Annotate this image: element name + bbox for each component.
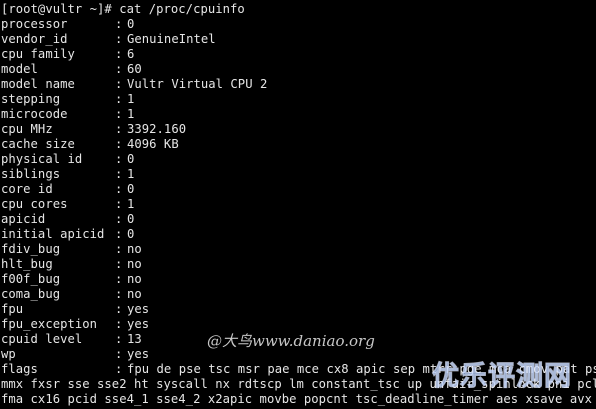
cpuinfo-row: apicid:0 — [1, 212, 134, 227]
field-separator: : — [115, 332, 123, 346]
field-separator: : — [115, 362, 123, 376]
field-key: cpu family — [1, 47, 75, 61]
field-value: 1 — [127, 167, 135, 181]
cpuinfo-row: cpu MHz:3392.160 — [1, 122, 186, 137]
field-separator: : — [115, 47, 123, 61]
field-key: initial apicid — [1, 227, 105, 241]
field-value: 6 — [127, 47, 135, 61]
field-key: fpu — [1, 302, 24, 316]
field-key: cpu MHz — [1, 122, 53, 136]
field-separator: : — [115, 302, 123, 316]
field-separator: : — [115, 107, 123, 121]
cpuinfo-row: fpu: yes — [1, 302, 149, 317]
field-separator: : — [115, 77, 123, 91]
field-value: 1 — [127, 92, 135, 106]
cpuinfo-row: cache size:4096 KB — [1, 137, 179, 152]
field-key: wp — [1, 347, 16, 361]
field-key: processor — [1, 17, 68, 31]
field-value: 1 — [127, 107, 135, 121]
watermark-logo: 优乐评测网 — [432, 361, 572, 393]
watermark-text: @大鸟www.daniao.org — [207, 332, 375, 350]
field-value: 0 — [127, 17, 135, 31]
cpuinfo-row: hlt_bug: no — [1, 257, 142, 272]
cpuinfo-row: cpu family:6 — [1, 47, 134, 62]
field-separator: : — [115, 167, 123, 181]
field-key: coma_bug — [1, 287, 61, 301]
field-separator: : — [115, 197, 123, 211]
field-separator: : — [115, 92, 123, 106]
field-key: fpu_exception — [1, 317, 98, 331]
cpuinfo-row: cpuid level:13 — [1, 332, 142, 347]
field-separator: : — [115, 17, 123, 31]
field-key: model name — [1, 77, 75, 91]
field-separator: : — [115, 287, 123, 301]
field-value: 13 — [127, 332, 142, 346]
terminal-window[interactable]: [root@vultr ~]# cat /proc/cpuinfo proces… — [0, 0, 596, 409]
field-key: cpu cores — [1, 197, 68, 211]
cpuinfo-row: cpu cores:1 — [1, 197, 134, 212]
field-key: siblings — [1, 167, 61, 181]
field-separator: : — [115, 137, 123, 151]
field-key: microcode — [1, 107, 68, 121]
field-separator: : — [115, 212, 123, 226]
field-value: 0 — [127, 182, 135, 196]
field-value: 0 — [127, 212, 135, 226]
field-key: apicid — [1, 212, 46, 226]
field-value: 0 — [127, 227, 135, 241]
field-value: 0 — [127, 152, 135, 166]
cpuinfo-row: coma_bug: no — [1, 287, 142, 302]
field-key: physical id — [1, 152, 83, 166]
field-separator: : — [115, 62, 123, 76]
field-key: cpuid level — [1, 332, 83, 346]
field-separator: : — [115, 152, 123, 166]
field-value: Vultr Virtual CPU 2 — [127, 77, 268, 91]
field-key: stepping — [1, 92, 61, 106]
field-value: no — [127, 287, 142, 301]
field-value: no — [127, 272, 142, 286]
cpuinfo-row: core id:0 — [1, 182, 134, 197]
field-key: core id — [1, 182, 53, 196]
field-value: yes — [127, 317, 150, 331]
field-key: model — [1, 62, 38, 76]
cpuinfo-row: fdiv_bug: no — [1, 242, 142, 257]
field-separator: : — [115, 242, 123, 256]
field-value: 60 — [127, 62, 142, 76]
cpuinfo-row: fpu_exception: yes — [1, 317, 149, 332]
command-prompt-line: [root@vultr ~]# cat /proc/cpuinfo — [1, 2, 245, 16]
field-key: hlt_bug — [1, 257, 53, 271]
cpuinfo-row: vendor_id: GenuineIntel — [1, 32, 216, 47]
field-key: cache size — [1, 137, 75, 151]
cpuinfo-row: microcode:1 — [1, 107, 134, 122]
cpuinfo-row: processor:0 — [1, 17, 134, 32]
field-value: GenuineIntel — [127, 32, 216, 46]
cpuinfo-row: stepping:1 — [1, 92, 134, 107]
field-value: 4096 KB — [127, 137, 179, 151]
field-key: flags — [1, 362, 38, 376]
field-value: 3392.160 — [127, 122, 187, 136]
field-separator: : — [115, 122, 123, 136]
field-value: yes — [127, 347, 150, 361]
cpuinfo-row: wp: yes — [1, 347, 149, 362]
field-separator: : — [115, 32, 123, 46]
field-value: no — [127, 257, 142, 271]
cpuinfo-row: initial apicid:0 — [1, 227, 134, 242]
field-separator: : — [115, 182, 123, 196]
field-value: no — [127, 242, 142, 256]
field-separator: : — [115, 257, 123, 271]
cpuinfo-row: model:60 — [1, 62, 142, 77]
field-key: f00f_bug — [1, 272, 61, 286]
cpuinfo-row: siblings:1 — [1, 167, 134, 182]
cpuinfo-row: f00f_bug: no — [1, 272, 142, 287]
field-separator: : — [115, 347, 123, 361]
cpuinfo-row: model name: Vultr Virtual CPU 2 — [1, 77, 267, 92]
cpuinfo-row: physical id:0 — [1, 152, 134, 167]
field-value: yes — [127, 302, 150, 316]
field-separator: : — [115, 227, 123, 241]
field-separator: : — [115, 317, 123, 331]
field-key: fdiv_bug — [1, 242, 61, 256]
field-separator: : — [115, 272, 123, 286]
field-key: vendor_id — [1, 32, 68, 46]
field-value: 1 — [127, 197, 135, 211]
